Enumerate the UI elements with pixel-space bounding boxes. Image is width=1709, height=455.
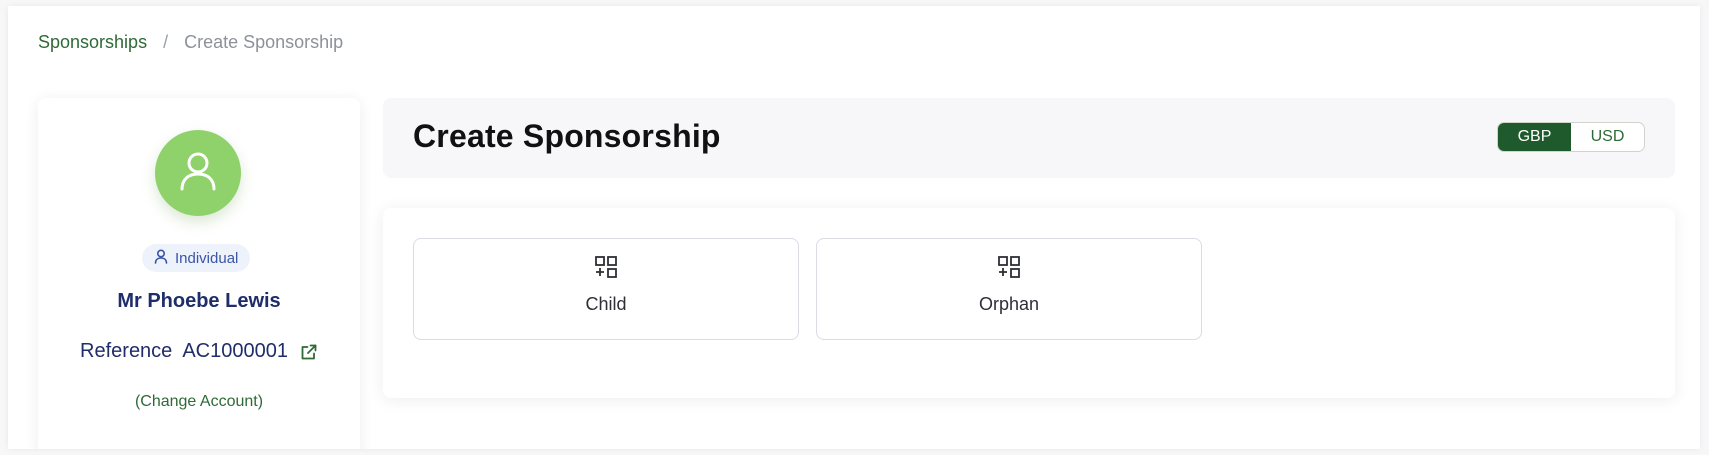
- option-child-card[interactable]: Child: [413, 238, 799, 340]
- add-grid-icon: [414, 255, 798, 279]
- option-orphan-label: Orphan: [978, 294, 1040, 314]
- account-card: Individual Mr Phoebe Lewis Reference AC1…: [38, 98, 360, 449]
- currency-gbp-button[interactable]: GBP: [1498, 123, 1571, 151]
- user-icon: [176, 149, 220, 198]
- breadcrumb-separator: /: [163, 32, 169, 52]
- reference-label: Reference: [80, 340, 173, 362]
- page-header: Create Sponsorship GBP USD: [383, 98, 1675, 178]
- user-icon: [154, 248, 168, 268]
- option-orphan-card[interactable]: Orphan: [816, 238, 1202, 340]
- breadcrumb-sponsorships-link[interactable]: Sponsorships: [38, 32, 147, 53]
- currency-toggle: GBP USD: [1497, 122, 1645, 152]
- change-account-link[interactable]: (Change Account): [38, 393, 360, 411]
- reference-value: AC1000001: [182, 340, 288, 362]
- breadcrumb-current: Create Sponsorship: [184, 32, 344, 52]
- page-title: Create Sponsorship: [413, 118, 721, 154]
- account-reference: Reference AC1000001: [38, 340, 360, 363]
- avatar: [155, 130, 241, 216]
- account-type-label: Individual: [175, 249, 239, 267]
- currency-usd-button[interactable]: USD: [1571, 123, 1644, 151]
- account-name: Mr Phoebe Lewis: [117, 290, 281, 312]
- external-link-icon[interactable]: [300, 343, 318, 361]
- account-type-badge: Individual: [142, 244, 251, 272]
- option-child-label: Child: [585, 294, 627, 314]
- add-grid-icon: [817, 255, 1201, 279]
- breadcrumb: Sponsorships / Create Sponsorship: [38, 32, 343, 53]
- sponsorship-options-panel: Child Orphan: [383, 208, 1675, 398]
- page-frame: Sponsorships / Create Sponsorship Indivi…: [8, 6, 1700, 449]
